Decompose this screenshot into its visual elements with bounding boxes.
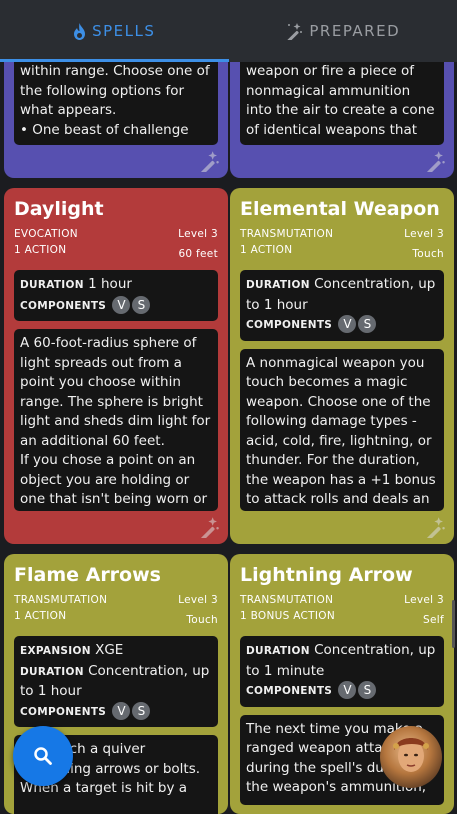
spell-description: within range. Choose one of the followin… xyxy=(14,62,218,145)
magic-wand-icon[interactable] xyxy=(424,150,446,172)
spell-description: A 60-foot-radius sphere of light spreads… xyxy=(14,329,218,511)
spell-details: DURATION Concentration, up to 1 hour COM… xyxy=(240,270,444,341)
components-label: COMPONENTS xyxy=(20,706,106,718)
spell-school: TRANSMUTATION xyxy=(240,226,333,242)
components-label: COMPONENTS xyxy=(246,319,332,331)
component-chip: S xyxy=(132,702,150,720)
spell-name: Daylight xyxy=(14,198,218,220)
spell-range: 60 feet xyxy=(178,246,218,262)
duration-value: 1 hour xyxy=(88,276,132,292)
avatar-portrait xyxy=(380,726,442,788)
magic-wand-icon xyxy=(285,22,303,40)
spell-meta-row: 1 ACTION Touch xyxy=(14,608,218,628)
spell-school: EVOCATION xyxy=(14,226,78,242)
spell-meta-row: TRANSMUTATION Level 3 xyxy=(14,592,218,608)
magic-wand-icon[interactable] xyxy=(198,516,220,538)
spell-name: Elemental Weapon xyxy=(240,198,444,220)
spell-details: DURATION 1 hour COMPONENTS VS xyxy=(14,270,218,321)
spell-level: Level 3 xyxy=(404,226,444,242)
character-avatar-icon[interactable] xyxy=(380,726,442,788)
spell-school: TRANSMUTATION xyxy=(14,592,107,608)
search-icon xyxy=(33,746,53,766)
component-chip: V xyxy=(338,681,356,699)
spell-level: Level 3 xyxy=(404,592,444,608)
duration-label: DURATION xyxy=(246,279,310,291)
tab-bar: SPELLS PREPARED xyxy=(0,0,457,62)
spell-cast-time: 1 BONUS ACTION xyxy=(240,608,335,628)
spell-level: Level 3 xyxy=(178,592,218,608)
components-label: COMPONENTS xyxy=(20,300,106,312)
spell-range: Touch xyxy=(412,246,444,262)
duration-label: DURATION xyxy=(20,279,84,291)
spell-meta-row: TRANSMUTATION Level 3 xyxy=(240,226,444,242)
spell-details: DURATION Concentration, up to 1 minute C… xyxy=(240,636,444,707)
spell-details: EXPANSION XGE DURATION Concentration, up… xyxy=(14,636,218,727)
duration-label: DURATION xyxy=(246,645,310,657)
spell-description: weapon or fire a piece of nonmagical amm… xyxy=(240,62,444,145)
component-chip: S xyxy=(358,681,376,699)
spell-description: A nonmagical weapon you touch becomes a … xyxy=(240,349,444,511)
component-chip: S xyxy=(132,296,150,314)
tab-spells[interactable]: SPELLS xyxy=(0,0,229,62)
expansion-value: XGE xyxy=(95,642,123,658)
spell-meta-row: 1 ACTION 60 feet xyxy=(14,242,218,262)
spell-cast-time: 1 ACTION xyxy=(14,242,66,262)
spell-meta-row: 1 ACTION Touch xyxy=(240,242,444,262)
spell-meta-row: 1 BONUS ACTION Self xyxy=(240,608,444,628)
tab-prepared-label: PREPARED xyxy=(309,22,400,40)
magic-wand-icon[interactable] xyxy=(198,150,220,172)
spell-range: Self xyxy=(423,612,444,628)
tab-spells-label: SPELLS xyxy=(92,22,155,40)
spell-cast-time: 1 ACTION xyxy=(14,608,66,628)
tab-prepared[interactable]: PREPARED xyxy=(229,0,457,62)
spell-cast-time: 1 ACTION xyxy=(240,242,292,262)
spell-meta-row: EVOCATION Level 3 xyxy=(14,226,218,242)
search-button[interactable] xyxy=(13,726,73,786)
spell-card-daylight[interactable]: Daylight EVOCATION Level 3 1 ACTION 60 f… xyxy=(4,188,228,544)
spell-card-elemental-weapon[interactable]: Elemental Weapon TRANSMUTATION Level 3 1… xyxy=(230,188,454,544)
component-chip: S xyxy=(358,315,376,333)
spell-school: TRANSMUTATION xyxy=(240,592,333,608)
components-label: COMPONENTS xyxy=(246,685,332,697)
component-chip: V xyxy=(112,296,130,314)
component-chip: V xyxy=(338,315,356,333)
spell-name: Lightning Arrow xyxy=(240,564,444,586)
expansion-label: EXPANSION xyxy=(20,645,91,657)
component-chip: V xyxy=(112,702,130,720)
spell-name: Flame Arrows xyxy=(14,564,218,586)
spell-range: Touch xyxy=(186,612,218,628)
scrollbar[interactable] xyxy=(452,600,455,648)
flame-icon xyxy=(73,23,86,40)
duration-label: DURATION xyxy=(20,666,84,678)
spell-meta-row: TRANSMUTATION Level 3 xyxy=(240,592,444,608)
spell-level: Level 3 xyxy=(178,226,218,242)
magic-wand-icon[interactable] xyxy=(424,516,446,538)
